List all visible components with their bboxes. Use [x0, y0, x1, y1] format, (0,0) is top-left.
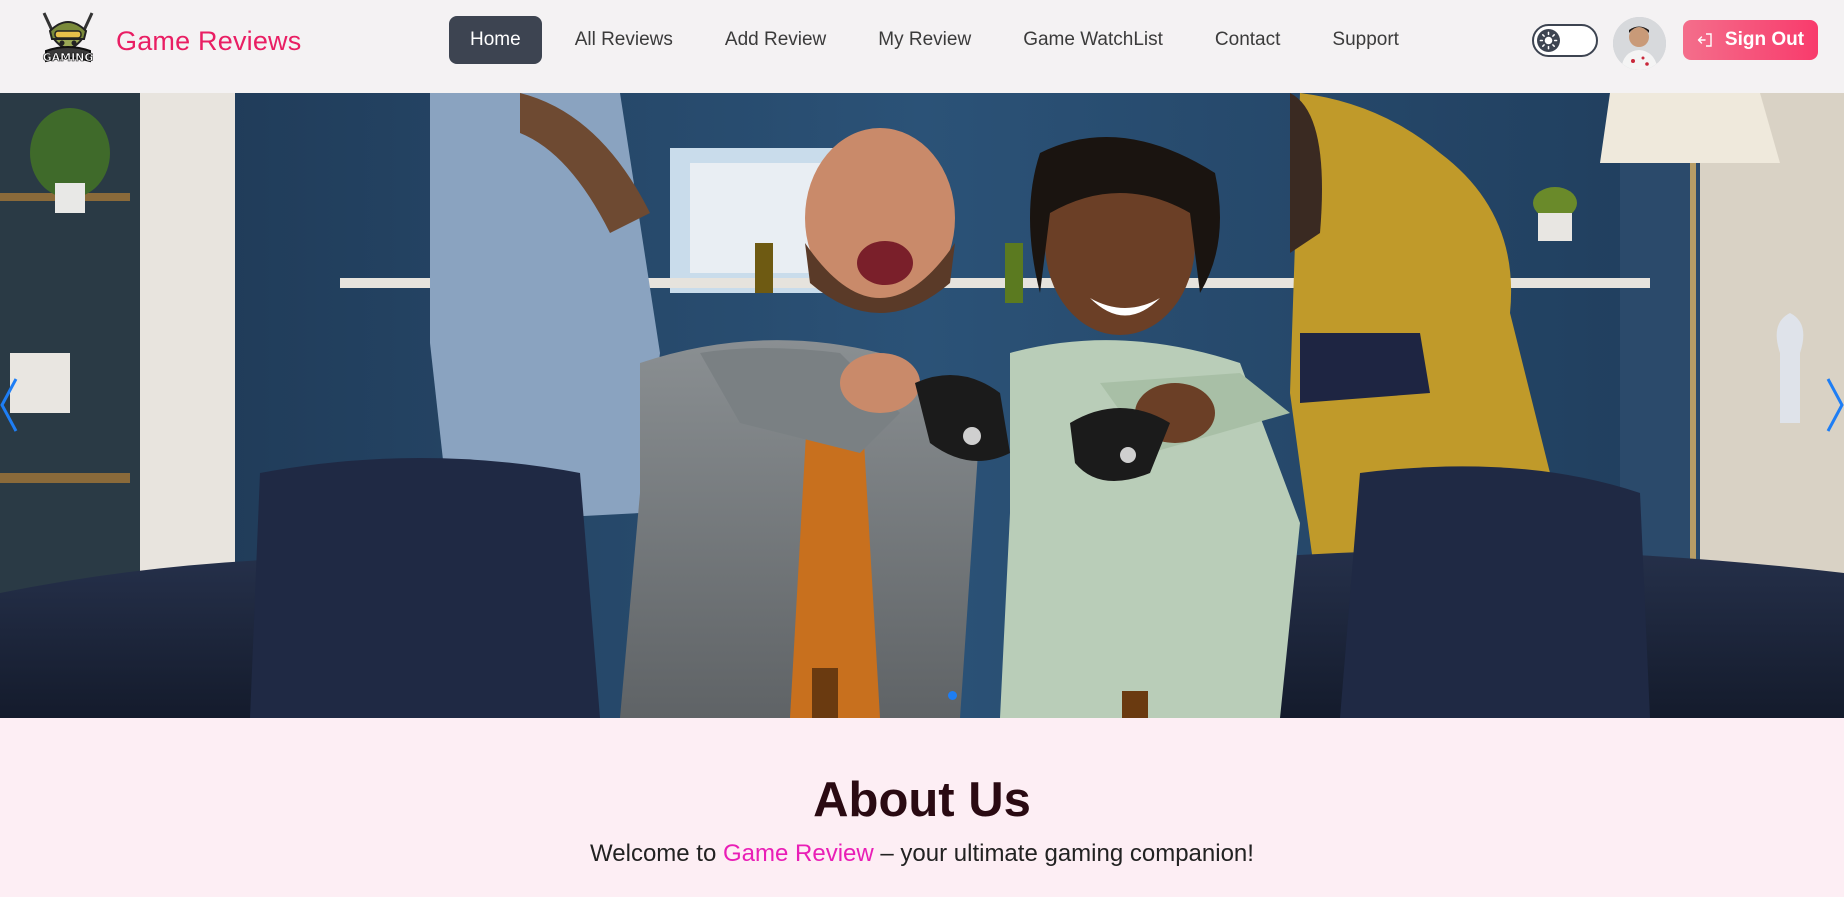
main-nav: Home All Reviews Add Review My Review Ga… — [449, 16, 1425, 64]
chevron-right-icon — [1826, 378, 1844, 432]
logo-lettering: GAMING — [43, 51, 94, 64]
user-avatar[interactable] — [1613, 17, 1666, 70]
logout-icon — [1697, 33, 1712, 47]
hero-carousel — [0, 93, 1844, 718]
carousel-prev-button[interactable] — [0, 375, 30, 435]
brand-name[interactable]: Game Reviews — [116, 26, 301, 57]
sign-out-button[interactable]: Sign Out — [1683, 20, 1818, 60]
about-text-suffix: – your ultimate gaming companion! — [880, 840, 1254, 867]
about-section: About Us Welcome to Game Review – your u… — [0, 718, 1844, 897]
brand[interactable]: GAMING Game Reviews — [36, 9, 301, 73]
about-text-prefix: Welcome to — [590, 840, 717, 867]
nav-all-reviews[interactable]: All Reviews — [549, 16, 699, 64]
gaming-logo[interactable]: GAMING — [36, 9, 100, 73]
nav-support[interactable]: Support — [1306, 16, 1425, 64]
nav-my-review[interactable]: My Review — [852, 16, 997, 64]
about-highlight: Game Review — [723, 840, 874, 867]
toggle-knob — [1537, 29, 1560, 52]
hero-image — [0, 93, 1844, 718]
nav-game-watchlist[interactable]: Game WatchList — [997, 16, 1189, 64]
nav-add-review[interactable]: Add Review — [699, 16, 852, 64]
about-text: Welcome to Game Review – your ultimate g… — [0, 840, 1844, 868]
nav-home[interactable]: Home — [449, 16, 542, 64]
theme-toggle[interactable] — [1532, 24, 1598, 57]
sign-out-label: Sign Out — [1724, 29, 1805, 50]
navbar: GAMING Game Reviews Home All Reviews Add… — [0, 0, 1844, 93]
chevron-left-icon — [0, 378, 18, 432]
carousel-dot-active[interactable] — [948, 691, 957, 700]
about-title: About Us — [813, 773, 1031, 827]
nav-contact[interactable]: Contact — [1189, 16, 1306, 64]
sun-icon — [1539, 31, 1558, 50]
carousel-next-button[interactable] — [1814, 375, 1844, 435]
